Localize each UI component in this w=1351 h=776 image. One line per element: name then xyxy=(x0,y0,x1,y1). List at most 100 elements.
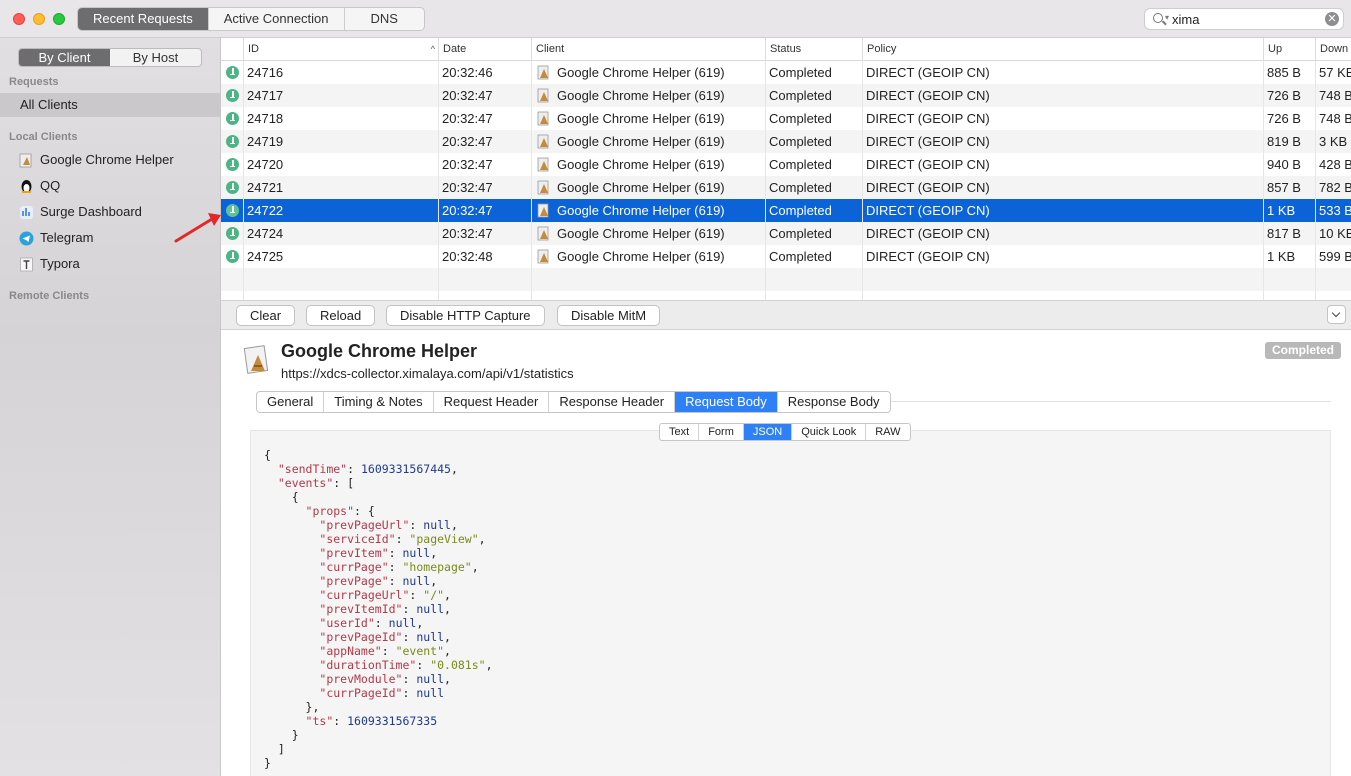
cell-up: 940 B xyxy=(1267,157,1301,172)
json-line: "prevItem": null, xyxy=(319,546,438,560)
column-header-id[interactable]: ID ^ xyxy=(243,38,439,61)
column-header-date[interactable]: Date xyxy=(438,38,532,61)
tab-quick-look[interactable]: Quick Look xyxy=(792,424,867,440)
sidebar-item-qq[interactable]: QQ xyxy=(0,174,220,198)
cell-status: Completed xyxy=(769,226,832,241)
cell-id: 24718 xyxy=(247,111,284,126)
tab-raw[interactable]: RAW xyxy=(866,424,909,440)
client-name: Google Chrome Helper (619) xyxy=(557,111,725,126)
sidebar-item-all-clients[interactable]: All Clients xyxy=(0,93,220,117)
surge-icon xyxy=(20,206,33,219)
client-name: Google Chrome Helper (619) xyxy=(557,134,725,149)
tab-response-header[interactable]: Response Header xyxy=(549,392,676,412)
sidebar-item-typora[interactable]: Typora xyxy=(0,252,220,276)
cell-policy: DIRECT (GEOIP CN) xyxy=(866,157,990,172)
close-window-button[interactable] xyxy=(13,13,25,25)
request-detail-pane: Google Chrome Helper https://xdcs-collec… xyxy=(221,331,1351,776)
json-key: "currPageId" xyxy=(319,686,403,700)
app-icon xyxy=(537,65,549,80)
cell-client: Google Chrome Helper (619) xyxy=(531,245,765,268)
table-row[interactable]: 24717 20:32:47 Google Chrome Helper (619) C… xyxy=(221,84,1351,107)
chevron-down-icon[interactable] xyxy=(1327,305,1346,324)
by-client-button[interactable]: By Client xyxy=(19,49,110,66)
app-icon xyxy=(537,157,549,172)
table-row[interactable]: 24719 20:32:47 Google Chrome Helper (619) C… xyxy=(221,130,1351,153)
json-line: "appName": "event", xyxy=(319,644,451,658)
json-key: "currPageUrl" xyxy=(319,588,410,602)
json-key: "currPage" xyxy=(319,560,389,574)
column-header-up[interactable]: Up xyxy=(1263,38,1316,61)
by-host-button[interactable]: By Host xyxy=(110,49,201,66)
column-header-down[interactable]: Down xyxy=(1315,38,1351,61)
download-status-icon xyxy=(226,204,239,217)
json-line: "userId": null, xyxy=(319,616,424,630)
zoom-window-button[interactable] xyxy=(53,13,65,25)
reload-button[interactable]: Reload xyxy=(306,305,376,326)
table-row[interactable]: 24721 20:32:47 Google Chrome Helper (619) C… xyxy=(221,176,1351,199)
column-header-policy[interactable]: Policy xyxy=(862,38,1264,61)
cell-status: Completed xyxy=(769,249,832,264)
cell-id: 24717 xyxy=(247,88,284,103)
empty-row xyxy=(221,268,1351,291)
client-name: Google Chrome Helper (619) xyxy=(557,226,725,241)
table-row[interactable]: 24722 20:32:47 Google Chrome Helper (619) C… xyxy=(221,199,1351,222)
tab-response-body[interactable]: Response Body xyxy=(778,392,890,412)
search-input[interactable] xyxy=(1172,11,1322,27)
requests-section-header: Requests xyxy=(9,76,59,88)
cell-up: 817 B xyxy=(1267,226,1301,241)
cell-policy: DIRECT (GEOIP CN) xyxy=(866,134,990,149)
table-row[interactable]: 24725 20:32:48 Google Chrome Helper (619) C… xyxy=(221,245,1351,268)
cell-down: 599 B xyxy=(1319,249,1351,264)
clear-search-icon[interactable]: ✕ xyxy=(1325,12,1339,26)
tab-recent-requests[interactable]: Recent Requests xyxy=(78,8,209,30)
json-value: 1609331567335 xyxy=(347,714,438,728)
cell-id: 24721 xyxy=(247,180,284,195)
tab-text[interactable]: Text xyxy=(660,424,700,440)
tab-form[interactable]: Form xyxy=(699,424,744,440)
tab-json[interactable]: JSON xyxy=(743,424,793,440)
table-row[interactable]: 24718 20:32:47 Google Chrome Helper (619) C… xyxy=(221,107,1351,130)
disable-mitm-button[interactable]: Disable MitM xyxy=(557,305,661,326)
search-options-icon[interactable]: ▾ xyxy=(1165,13,1169,22)
json-line: ] xyxy=(277,742,285,756)
tab-general[interactable]: General xyxy=(257,392,325,412)
cell-id: 24716 xyxy=(247,65,284,80)
cell-status: Completed xyxy=(769,88,832,103)
tab-timing-notes[interactable]: Timing & Notes xyxy=(324,392,434,412)
local-clients-section-header: Local Clients xyxy=(9,131,78,143)
cell-down: 10 KB xyxy=(1319,226,1351,241)
json-line: "prevItemId": null, xyxy=(319,602,451,616)
column-header-status[interactable]: Status xyxy=(765,38,863,61)
json-value: null xyxy=(402,574,431,588)
json-line: "durationTime": "0.081s", xyxy=(319,658,493,672)
minimize-window-button[interactable] xyxy=(33,13,45,25)
grouping-segmented-control: By Client By Host xyxy=(18,48,202,67)
typora-icon xyxy=(20,257,33,272)
search-field[interactable]: ▾ ✕ xyxy=(1144,8,1344,30)
disable-http-capture-button[interactable]: Disable HTTP Capture xyxy=(386,305,545,326)
tab-active-connection[interactable]: Active Connection xyxy=(209,8,345,30)
json-value: "homepage" xyxy=(402,560,472,574)
sidebar-item-google-chrome-helper[interactable]: Google Chrome Helper xyxy=(0,148,220,172)
clear-button[interactable]: Clear xyxy=(236,305,296,326)
column-header-client[interactable]: Client xyxy=(531,38,766,61)
cell-id: 24720 xyxy=(247,157,284,172)
client-name: Google Chrome Helper (619) xyxy=(557,157,725,172)
cell-status: Completed xyxy=(769,203,832,218)
json-viewer[interactable]: { "sendTime": 1609331567445, "events": [… xyxy=(264,448,493,770)
json-line: "currPageId": null xyxy=(319,686,445,700)
json-key: "serviceId" xyxy=(319,532,396,546)
empty-row xyxy=(221,291,1351,300)
json-line: "currPageUrl": "/", xyxy=(319,588,451,602)
cell-policy: DIRECT (GEOIP CN) xyxy=(866,249,990,264)
table-row[interactable]: 24720 20:32:47 Google Chrome Helper (619) C… xyxy=(221,153,1351,176)
app-icon xyxy=(537,88,549,103)
table-row[interactable]: 24716 20:32:46 Google Chrome Helper (619) C… xyxy=(221,61,1351,84)
json-value: null xyxy=(416,686,445,700)
json-key: "userId" xyxy=(319,616,375,630)
tab-request-body[interactable]: Request Body xyxy=(675,392,778,412)
table-row[interactable]: 24724 20:32:47 Google Chrome Helper (619) C… xyxy=(221,222,1351,245)
tab-dns[interactable]: DNS xyxy=(345,8,424,30)
cell-up: 1 KB xyxy=(1267,203,1296,218)
tab-request-header[interactable]: Request Header xyxy=(434,392,550,412)
